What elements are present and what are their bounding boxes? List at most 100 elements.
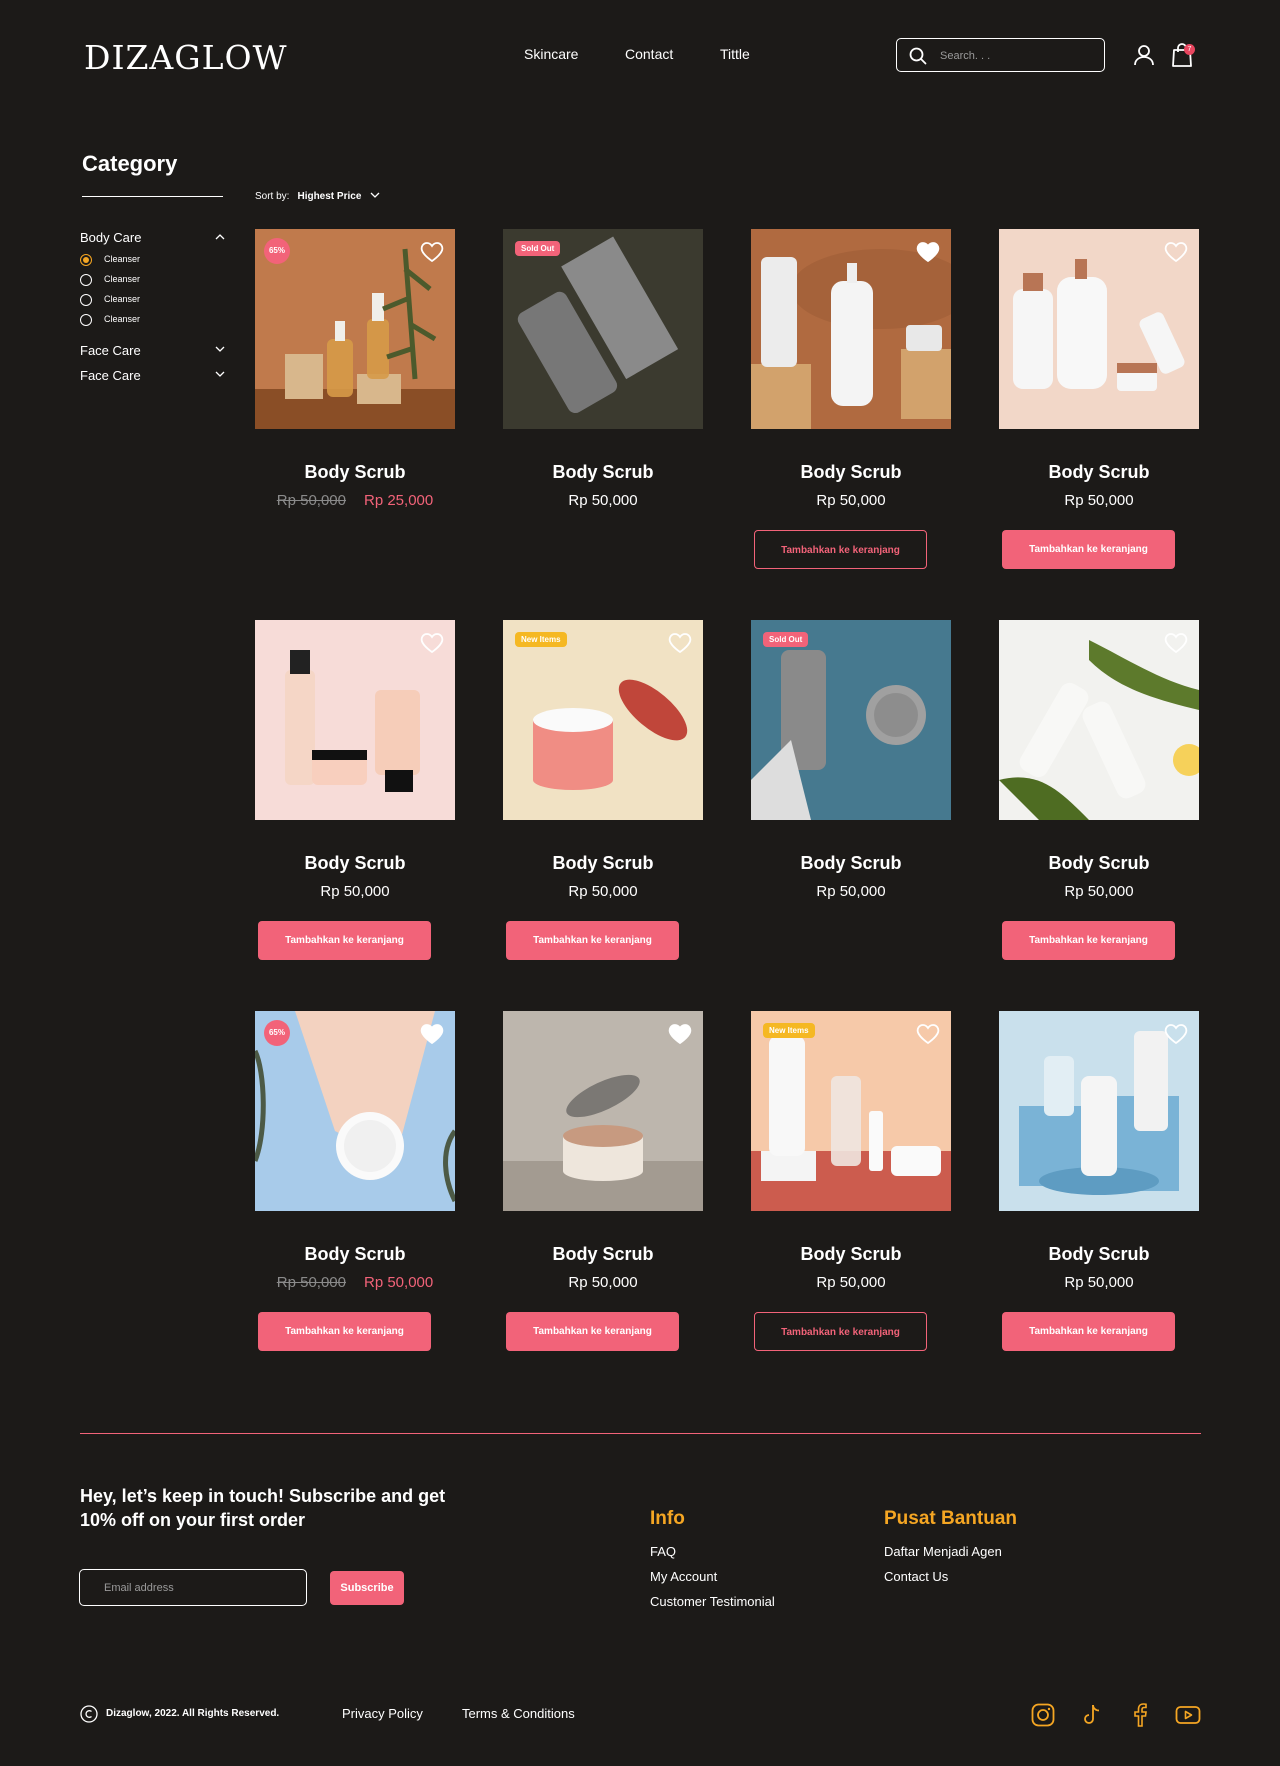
product-name[interactable]: Body Scrub [999, 462, 1199, 483]
product-price: Rp 50,000 [751, 883, 951, 900]
product-name[interactable]: Body Scrub [503, 853, 703, 874]
product-price: Rp 50,000 [751, 492, 951, 509]
add-to-cart-button[interactable]: Tambahkan ke keranjang [506, 1312, 679, 1351]
product-image[interactable] [999, 620, 1199, 820]
price-value: Rp 50,000 [1064, 1274, 1134, 1291]
add-to-cart-button[interactable]: Tambahkan ke keranjang [258, 921, 431, 960]
category-option-label: Cleanser [104, 314, 141, 324]
add-to-cart-button[interactable]: Tambahkan ke keranjang [1002, 921, 1175, 960]
product-badge: Sold Out [515, 241, 561, 256]
price-value: Rp 50,000 [1064, 492, 1134, 509]
cart-count-badge: 7 [1184, 44, 1195, 55]
terms-link[interactable]: Terms & Conditions [462, 1706, 575, 1721]
product-image[interactable] [999, 1011, 1199, 1211]
add-to-cart-button[interactable]: Tambahkan ke keranjang [754, 1312, 927, 1351]
heart-icon[interactable] [420, 240, 444, 262]
chevron-up-icon [215, 234, 225, 240]
product-image[interactable]: New Items [503, 620, 703, 820]
product-image[interactable]: 65% [255, 1011, 455, 1211]
category-group-label: Face Care [80, 343, 141, 358]
nav-tittle[interactable]: Tittle [720, 46, 750, 62]
footer-link-my-account[interactable]: My Account [650, 1569, 717, 1584]
user-icon[interactable] [1133, 44, 1155, 66]
category-group-label: Face Care [80, 368, 141, 383]
instagram-icon[interactable] [1031, 1703, 1055, 1727]
footer-link-agent[interactable]: Daftar Menjadi Agen [884, 1544, 1002, 1559]
heart-icon[interactable] [916, 1022, 940, 1044]
product-name[interactable]: Body Scrub [999, 1244, 1199, 1265]
product-photo [751, 620, 951, 820]
subscribe-button[interactable]: Subscribe [330, 1571, 404, 1605]
category-group-label: Body Care [80, 230, 142, 245]
category-group-body-care[interactable]: Body Care [80, 229, 225, 249]
add-to-cart-button[interactable]: Tambahkan ke keranjang [1002, 530, 1175, 569]
price-value: Rp 50,000 [1064, 883, 1134, 900]
help-center-heading: Pusat Bantuan [884, 1508, 1018, 1529]
product-image[interactable]: New Items [751, 1011, 951, 1211]
product-image[interactable] [999, 229, 1199, 429]
product-name[interactable]: Body Scrub [999, 853, 1199, 874]
heart-icon[interactable] [1164, 1022, 1188, 1044]
product-image[interactable] [503, 1011, 703, 1211]
footer-link-testimonial[interactable]: Customer Testimonial [650, 1594, 775, 1609]
privacy-policy-link[interactable]: Privacy Policy [342, 1706, 423, 1721]
product-badge: 65% [264, 1020, 290, 1046]
facebook-icon[interactable] [1128, 1703, 1152, 1727]
copyright-text: Dizaglow, 2022. All Rights Reserved. [106, 1708, 280, 1719]
product-name[interactable]: Body Scrub [255, 1244, 455, 1265]
copyright: Dizaglow, 2022. All Rights Reserved. [80, 1705, 279, 1723]
footer-divider [80, 1433, 1201, 1434]
radio-selected-icon[interactable] [80, 254, 92, 266]
sort-dropdown[interactable]: Highest Price [297, 191, 361, 202]
heart-filled-icon[interactable] [420, 1022, 444, 1044]
product-name[interactable]: Body Scrub [255, 853, 455, 874]
add-to-cart-button[interactable]: Tambahkan ke keranjang [506, 921, 679, 960]
chevron-down-icon[interactable] [370, 192, 380, 199]
product-badge: New Items [515, 632, 567, 647]
heart-icon[interactable] [668, 631, 692, 653]
nav-contact[interactable]: Contact [625, 46, 673, 62]
product-image[interactable]: Sold Out [503, 229, 703, 429]
heart-icon[interactable] [1164, 631, 1188, 653]
search-box [896, 38, 1105, 72]
category-group-face-care[interactable]: Face Care [80, 342, 225, 362]
email-field[interactable] [79, 1569, 307, 1606]
heart-icon[interactable] [420, 631, 444, 653]
sort-label: Sort by: [255, 191, 290, 202]
footer-link-faq[interactable]: FAQ [650, 1544, 676, 1559]
nav-skincare[interactable]: Skincare [524, 46, 578, 62]
product-price: Rp 50,000 Rp 25,000 [255, 492, 455, 509]
sort-control: Sort by: Highest Price [255, 191, 380, 202]
product-name[interactable]: Body Scrub [503, 1244, 703, 1265]
category-divider [82, 196, 223, 197]
category-group-face-care[interactable]: Face Care [80, 367, 225, 387]
search-input[interactable] [940, 46, 1095, 66]
add-to-cart-button[interactable]: Tambahkan ke keranjang [1002, 1312, 1175, 1351]
product-name[interactable]: Body Scrub [751, 853, 951, 874]
footer-link-contact-us[interactable]: Contact Us [884, 1569, 948, 1584]
product-name[interactable]: Body Scrub [751, 1244, 951, 1265]
add-to-cart-button[interactable]: Tambahkan ke keranjang [754, 530, 927, 569]
price-value: Rp 50,000 [568, 492, 638, 509]
radio-icon[interactable] [80, 314, 92, 326]
radio-icon[interactable] [80, 294, 92, 306]
category-title: Category [82, 151, 178, 176]
tiktok-icon[interactable] [1080, 1703, 1104, 1727]
original-price: Rp 50,000 [276, 492, 346, 509]
product-name[interactable]: Body Scrub [503, 462, 703, 483]
heart-filled-icon[interactable] [668, 1022, 692, 1044]
product-name[interactable]: Body Scrub [751, 462, 951, 483]
copyright-icon [80, 1705, 98, 1723]
product-image[interactable] [751, 229, 951, 429]
heart-icon[interactable] [1164, 240, 1188, 262]
youtube-icon[interactable] [1175, 1703, 1201, 1727]
product-name[interactable]: Body Scrub [255, 462, 455, 483]
product-image[interactable]: Sold Out [751, 620, 951, 820]
heart-filled-icon[interactable] [916, 240, 940, 262]
product-image[interactable] [255, 620, 455, 820]
category-option-label: Cleanser [104, 274, 141, 284]
add-to-cart-button[interactable]: Tambahkan ke keranjang [258, 1312, 431, 1351]
newsletter-heading: Hey, let’s keep in touch! Subscribe and … [80, 1486, 446, 1530]
radio-icon[interactable] [80, 274, 92, 286]
product-image[interactable]: 65% [255, 229, 455, 429]
